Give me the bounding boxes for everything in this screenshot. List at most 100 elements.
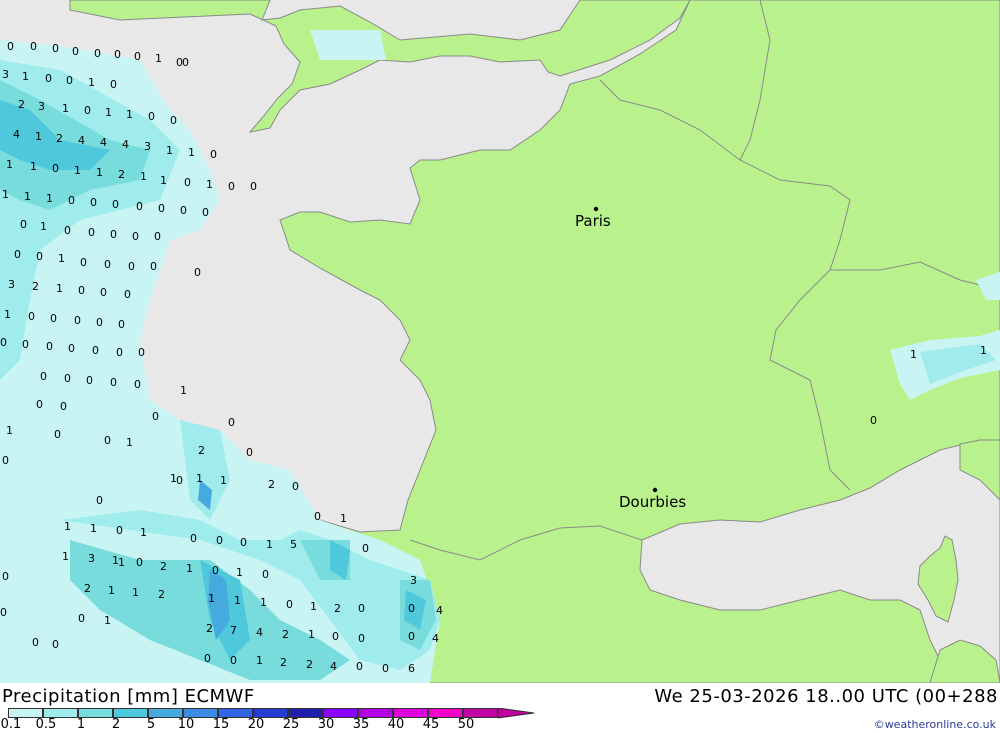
- grid-value: 0: [64, 224, 71, 237]
- grid-value: 0: [110, 376, 117, 389]
- grid-value: 0: [210, 148, 217, 161]
- grid-value: 0: [408, 602, 415, 615]
- grid-value: 1: [40, 220, 47, 233]
- grid-value: 4: [78, 134, 85, 147]
- grid-value: 0: [22, 338, 29, 351]
- grid-value: 0: [246, 446, 253, 459]
- grid-value: 1: [260, 596, 267, 609]
- grid-value: 0: [14, 248, 21, 261]
- grid-value: 0: [230, 654, 237, 667]
- grid-value: 1: [46, 192, 53, 205]
- grid-value: 4: [330, 660, 337, 673]
- grid-value: 0: [148, 110, 155, 123]
- grid-value: 0: [50, 312, 57, 325]
- grid-value: 1: [980, 344, 987, 357]
- grid-value: 1: [88, 76, 95, 89]
- legend-tick-label: 30: [317, 717, 335, 732]
- grid-value: 0: [358, 632, 365, 645]
- grid-value: 0: [2, 570, 9, 583]
- grid-value: 1: [62, 102, 69, 115]
- grid-value: 1: [112, 554, 119, 567]
- grid-value: 1: [64, 520, 71, 533]
- grid-value: 1: [208, 592, 215, 605]
- grid-value: 0: [100, 286, 107, 299]
- grid-value: 1: [340, 512, 347, 525]
- grid-value: 0: [96, 316, 103, 329]
- grid-value: 4: [436, 604, 443, 617]
- grid-value: 1: [220, 474, 227, 487]
- legend-tick-label: 15: [212, 717, 230, 732]
- grid-value: 0: [134, 50, 141, 63]
- grid-value: 4: [256, 626, 263, 639]
- valid-time: We 25-03-2026 18..00 UTC (00+288: [654, 686, 998, 707]
- grid-value: 0: [84, 104, 91, 117]
- grid-value: 0: [176, 474, 183, 487]
- grid-value: 1: [160, 174, 167, 187]
- grid-value: 0: [36, 398, 43, 411]
- grid-value: 3: [410, 574, 417, 587]
- grid-value: 1: [6, 424, 13, 437]
- grid-value: 2: [268, 478, 275, 491]
- grid-value: 0: [2, 454, 9, 467]
- grid-value: 2: [158, 588, 165, 601]
- grid-value: 1: [62, 550, 69, 563]
- grid-value: 0: [86, 374, 93, 387]
- credit-link[interactable]: ©weatheronline.co.uk: [874, 718, 996, 731]
- grid-value: 0: [132, 230, 139, 243]
- legend-tick-label: 20: [247, 717, 265, 732]
- grid-value: 0: [194, 266, 201, 279]
- grid-value: 0: [60, 400, 67, 413]
- grid-value: 0: [138, 346, 145, 359]
- grid-value: 0: [46, 340, 53, 353]
- grid-value: 0: [72, 45, 79, 58]
- grid-value: 0: [92, 344, 99, 357]
- grid-value: 0: [202, 206, 209, 219]
- grid-value: 3: [144, 140, 151, 153]
- grid-value: 1: [35, 130, 42, 143]
- grid-value: 0: [54, 428, 61, 441]
- grid-value: 1: [140, 170, 147, 183]
- grid-value: 0: [382, 662, 389, 675]
- grid-value: 0: [104, 258, 111, 271]
- grid-value: 0: [870, 414, 877, 427]
- grid-value: 0: [216, 534, 223, 547]
- legend-tick-label: 10: [177, 717, 195, 732]
- grid-value: 0: [74, 314, 81, 327]
- grid-value: 0: [362, 542, 369, 555]
- grid-value: 0: [332, 630, 339, 643]
- map-title: Precipitation [mm] ECMWF: [2, 686, 255, 707]
- grid-value: 0: [78, 284, 85, 297]
- grid-value: 3: [2, 68, 9, 81]
- grid-value: 1: [310, 600, 317, 613]
- legend-tick-label: 0.5: [35, 717, 57, 732]
- legend-tick-label: 25: [282, 717, 300, 732]
- grid-value: 0: [0, 606, 7, 619]
- grid-value: 3: [38, 100, 45, 113]
- grid-value: 3: [88, 552, 95, 565]
- grid-value: 1: [236, 566, 243, 579]
- grid-value: 1: [188, 146, 195, 159]
- grid-value: 0: [52, 42, 59, 55]
- grid-value: 1: [4, 308, 11, 321]
- grid-value: 0: [150, 260, 157, 273]
- grid-value: 0: [292, 480, 299, 493]
- grid-value: 0: [158, 202, 165, 215]
- grid-value: 0: [262, 568, 269, 581]
- grid-value: 0: [136, 200, 143, 213]
- grid-value: 1: [186, 562, 193, 575]
- grid-value: 1: [132, 586, 139, 599]
- grid-value: 0: [66, 74, 73, 87]
- grid-value: 0: [228, 416, 235, 429]
- grid-value: 7: [230, 624, 237, 637]
- grid-value: 0: [90, 196, 97, 209]
- grid-value: 4: [432, 632, 439, 645]
- grid-value: 2: [198, 444, 205, 457]
- grid-value: 1: [58, 252, 65, 265]
- grid-value: 0: [52, 638, 59, 651]
- grid-value: 0: [28, 310, 35, 323]
- grid-value: 1: [105, 106, 112, 119]
- grid-value: 0: [0, 336, 7, 349]
- grid-value: 3: [8, 278, 15, 291]
- grid-value: 1: [24, 190, 31, 203]
- legend-tick-label: 45: [422, 717, 440, 732]
